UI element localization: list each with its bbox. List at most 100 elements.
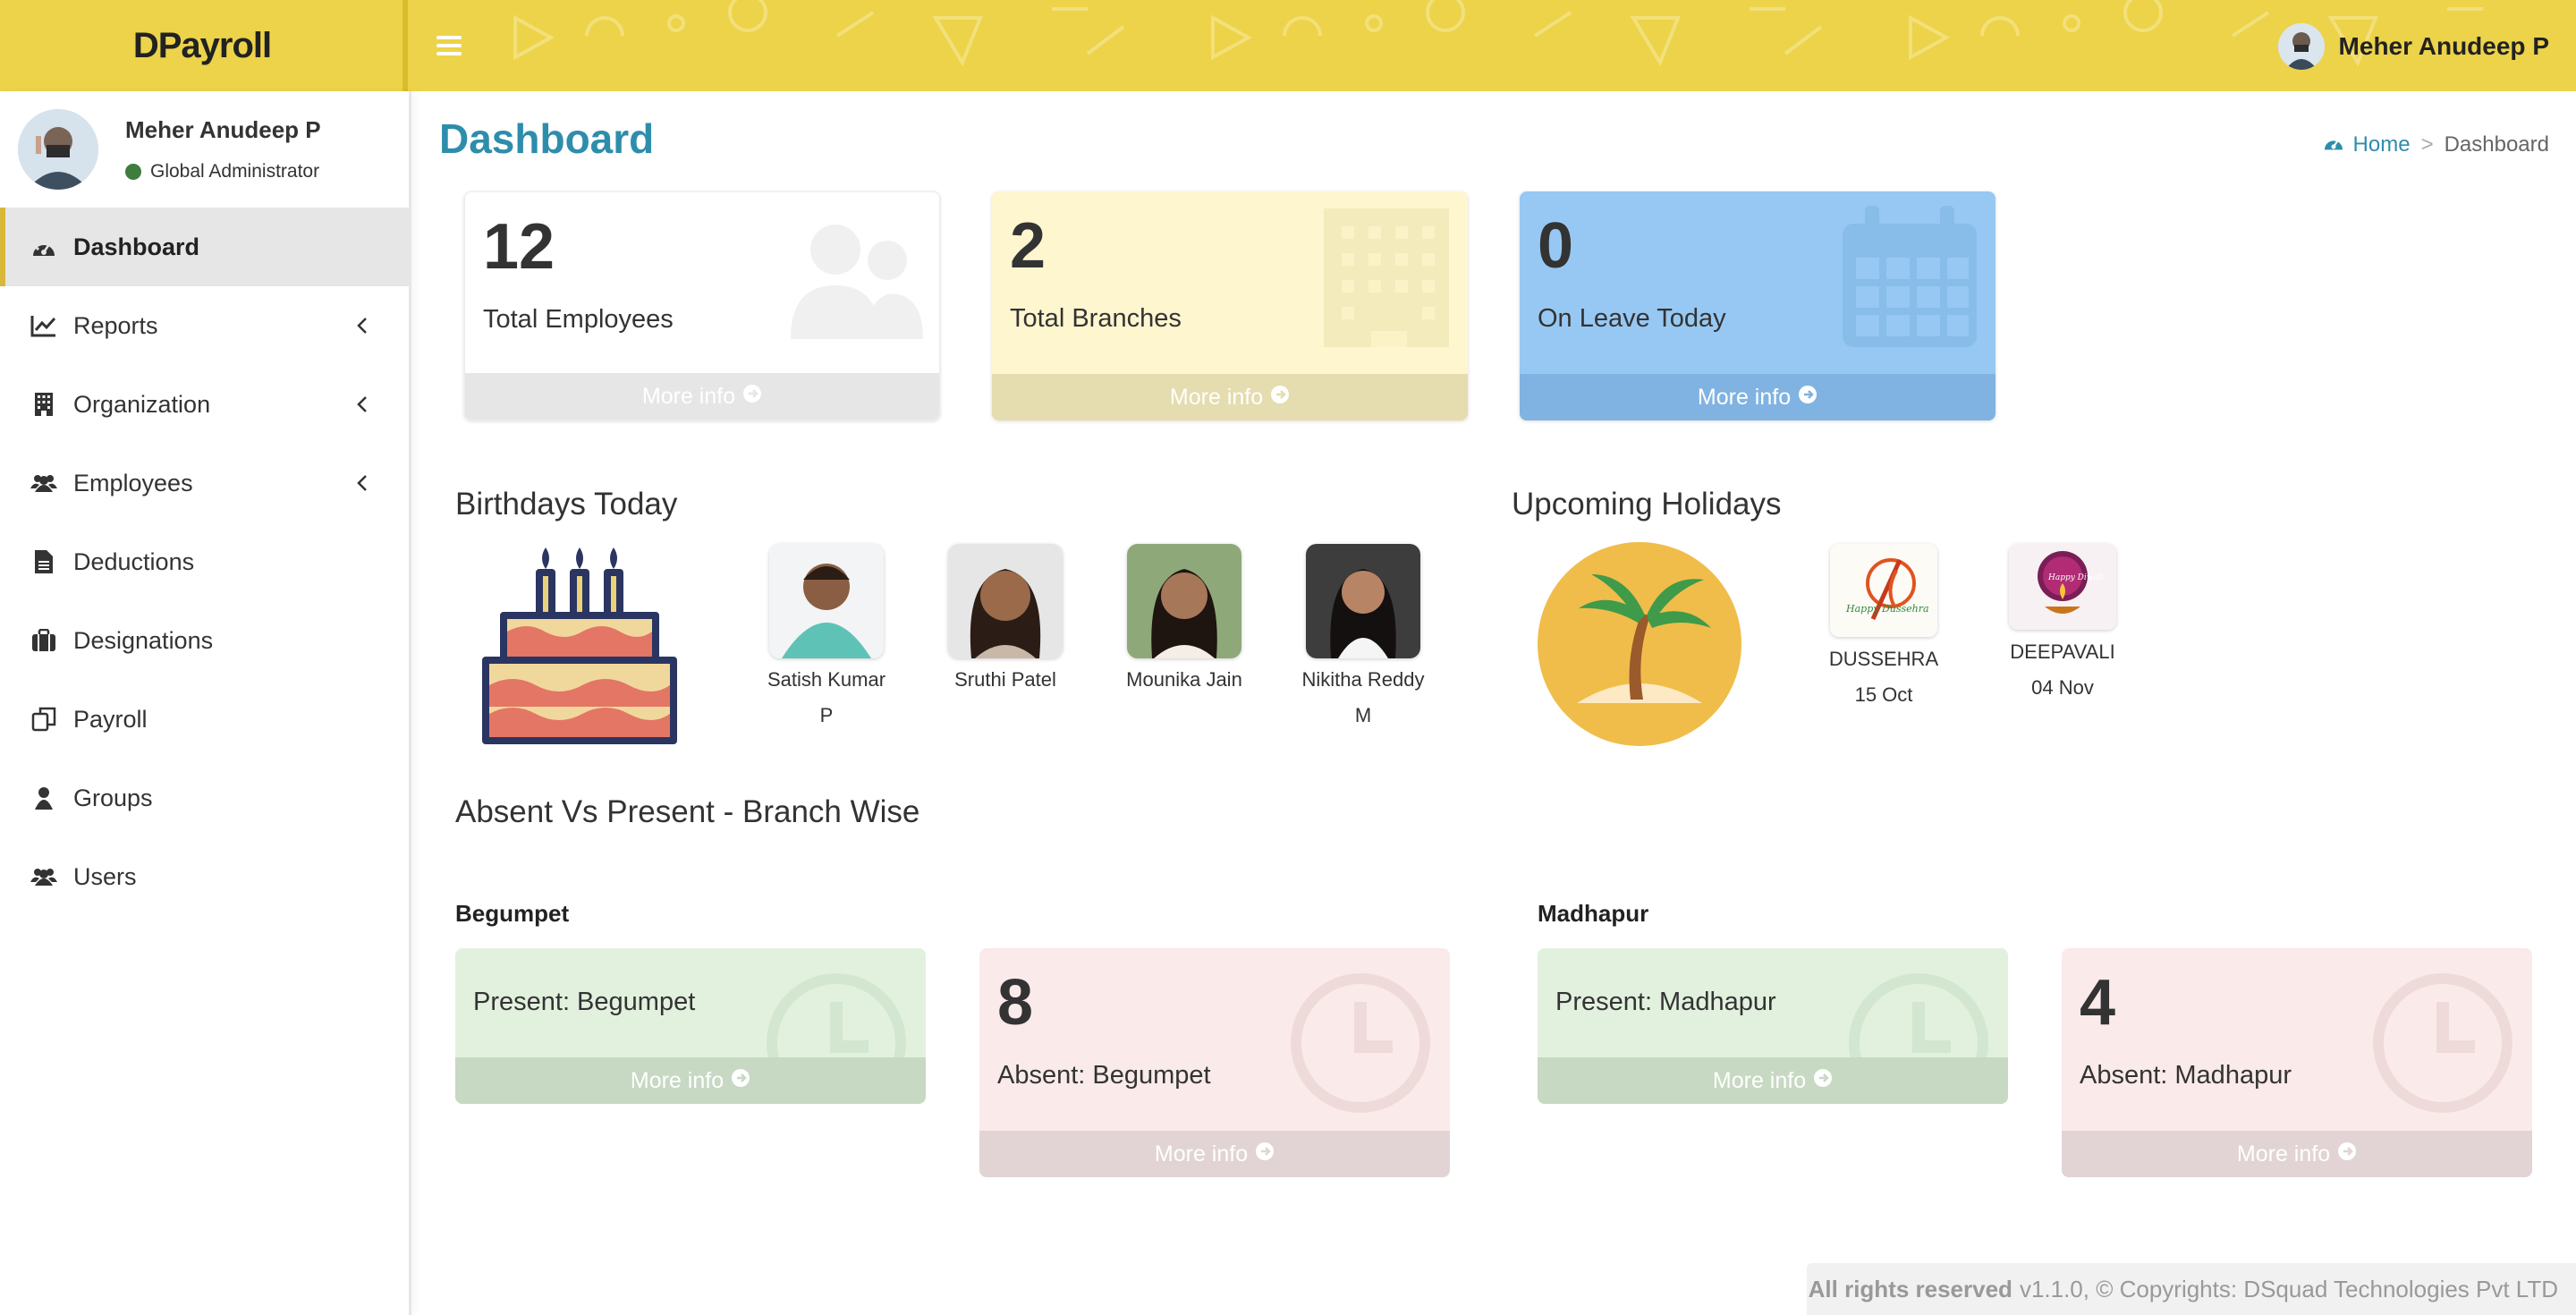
more-info-link[interactable]: More info [1520,374,1996,420]
absent-value: 8 [997,967,1034,1039]
on-leave-today-card: 0 On Leave Today More info [1520,191,1996,420]
holiday-item[interactable]: Happy Dussehra DUSSEHRA 15 Oct [1821,544,1946,707]
sidebar-item-reports[interactable]: Reports [0,286,409,365]
sidebar-item-label: Groups [73,784,153,811]
breadcrumb-home-link[interactable]: Home [2323,132,2411,157]
sidebar-item-label: Deductions [73,547,195,575]
holiday-name: DUSSEHRA [1828,648,1939,670]
present-madhapur-card: Present: Madhapur More info [1538,948,2008,1104]
absent-label: Absent: Madhapur [2080,1061,2292,1090]
holiday-image: Happy Diwali [2009,544,2116,630]
sidebar-item-dashboard[interactable]: Dashboard [0,208,409,286]
profile-role: Global Administrator [150,161,320,182]
stat-value: 12 [483,211,555,283]
dashboard-icon [30,233,57,260]
absent-madhapur-card: 4 Absent: Madhapur More info [2062,948,2532,1177]
present-begumpet-card: Present: Begumpet More info [455,948,926,1104]
building-icon [1324,208,1449,347]
calendar-icon [1843,206,1977,347]
person-photo [1306,544,1420,658]
more-info-label: More info [1712,1067,1807,1093]
sidebar-item-designations[interactable]: Designations [0,601,409,680]
breadcrumb-home-label: Home [2352,132,2411,157]
sidebar-item-users[interactable]: Users [0,837,409,916]
more-info-label: More info [1169,384,1264,410]
hamburger-line [436,52,462,55]
sidebar-item-organization[interactable]: Organization [0,365,409,444]
hamburger-line [436,44,462,47]
present-label: Present: Madhapur [1555,988,1776,1016]
birthday-person[interactable]: Nikitha Reddy M [1296,544,1430,734]
holiday-name: DEEPAVALI [2010,641,2115,663]
user-avatar [2277,23,2325,70]
absent-label: Absent: Begumpet [997,1061,1211,1090]
user-menu[interactable]: Meher Anudeep P [2277,21,2549,72]
more-info-label: More info [2236,1141,2331,1167]
chevron-left-icon [352,471,373,496]
sidebar-item-employees[interactable]: Employees [0,444,409,522]
sidebar-item-label: Designations [73,626,214,654]
clock-icon [1291,973,1430,1113]
attendance-title: Absent Vs Present - Branch Wise [455,794,920,829]
hamburger-line [436,36,462,39]
arrow-circle-right-icon [2337,1141,2357,1167]
briefcase-icon [30,627,57,654]
more-info-link[interactable]: More info [455,1057,926,1104]
sidebar-item-label: Dashboard [73,233,200,260]
palm-tree-icon [1538,542,1741,746]
branch-name: Madhapur [1538,900,1649,927]
sidebar-item-groups[interactable]: Groups [0,759,409,837]
copy-icon [30,706,57,733]
top-navbar: DPayroll Meher Anudeep P [0,0,2576,91]
holiday-image-text: Happy Diwali [2047,573,2104,582]
more-info-label: More info [630,1067,724,1093]
more-info-label: More info [1154,1141,1249,1167]
copyright-footer: All rights reserved v1.1.0, © Copyrights… [1807,1263,2576,1315]
person-name: Sruthi Patel [954,668,1056,691]
more-info-label: More info [1697,384,1792,410]
sidebar-item-label: Users [73,862,137,890]
birthday-person[interactable]: Satish Kumar P [759,544,894,734]
arrow-circle-right-icon [742,384,762,410]
breadcrumb-separator: > [2420,132,2434,157]
more-info-link[interactable]: More info [1538,1057,2008,1104]
arrow-circle-right-icon [1255,1141,1275,1167]
more-info-link[interactable]: More info [992,374,1468,420]
user-name: Meher Anudeep P [2338,32,2549,60]
page-title: Dashboard [439,115,655,162]
more-info-link[interactable]: More info [465,373,939,420]
birthday-person[interactable]: Mounika Jain [1117,544,1251,698]
birthdays-title: Birthdays Today [455,487,678,522]
brand-logo[interactable]: DPayroll [0,0,404,91]
total-branches-card: 2 Total Branches More info [992,191,1468,420]
line-chart-icon [30,312,57,339]
chevron-left-icon [352,392,373,417]
stat-label: Total Employees [483,305,674,334]
more-info-link[interactable]: More info [2062,1131,2532,1177]
birthday-person[interactable]: Sruthi Patel [938,544,1072,698]
user-icon [30,785,57,811]
sidebar-item-payroll[interactable]: Payroll [0,680,409,759]
holiday-image-text: Happy Dussehra [1845,603,1929,615]
sidebar-menu: Dashboard Reports Organization Employees… [0,208,409,916]
person-name: Mounika Jain [1126,668,1242,691]
profile-status: Global Administrator [125,161,319,182]
holiday-item[interactable]: Happy Diwali DEEPAVALI 04 Nov [2000,544,2125,700]
sidebar-item-label: Payroll [73,705,148,733]
header-pattern [513,0,2483,67]
document-icon [30,548,57,575]
person-name: Satish Kumar P [767,668,886,726]
more-info-link[interactable]: More info [979,1131,1450,1177]
holiday-image: Happy Dussehra [1830,544,1937,637]
online-status-dot [125,164,141,180]
branch-name: Begumpet [455,900,570,927]
total-employees-card: 12 Total Employees More info [464,191,940,420]
users-icon [791,225,923,339]
sidebar-toggle-button[interactable] [435,30,463,61]
holidays-title: Upcoming Holidays [1512,487,1782,522]
sidebar-item-deductions[interactable]: Deductions [0,522,409,601]
sidebar-item-label: Reports [73,311,158,339]
birthday-cake-icon [482,547,677,744]
absent-value: 4 [2080,967,2116,1039]
clock-icon [2373,973,2512,1113]
